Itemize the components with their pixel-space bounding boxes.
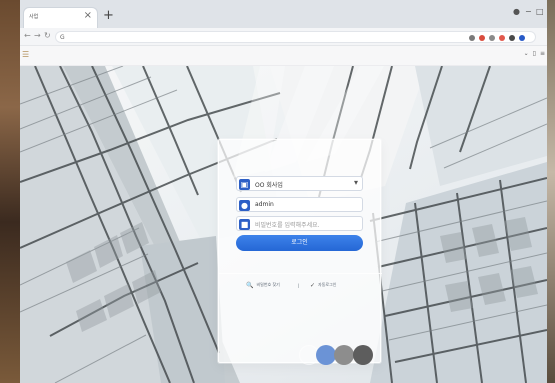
bookmarks-right-icon[interactable]: ▯ <box>533 50 536 57</box>
panel-divider <box>219 273 382 274</box>
extension-icon[interactable] <box>489 34 495 41</box>
address-bar[interactable]: G <box>55 31 536 43</box>
search-icon: 🔍 <box>246 281 254 289</box>
extension-icon[interactable] <box>479 34 485 41</box>
refresh-icon[interactable]: ↻ <box>44 31 51 40</box>
active-tab[interactable]: 사업 × <box>23 7 98 28</box>
login-button[interactable]: 로그인 <box>236 235 363 251</box>
username-value: admin <box>255 201 274 208</box>
find-password-label: 비밀번호 찾기 <box>256 282 280 287</box>
find-password-link[interactable]: 🔍 비밀번호 찾기 <box>246 280 280 290</box>
bookmarks-right-icon[interactable]: ≡ <box>540 50 545 57</box>
window-dot-icon: ● <box>513 7 520 16</box>
company-select[interactable]: ▣ OO 회사입 ▾ <box>236 176 363 191</box>
desktop-left-edge <box>0 0 20 383</box>
separator-text: | <box>298 282 300 288</box>
login-panel: ▣ OO 회사입 ▾ ● admin ■ 비밀번호를 입력해주세요. 로그인 🔍… <box>218 139 382 363</box>
browser-window: 사업 × + ● − □ ← → ↻ G ☰ ⌄ ▯ ≡ ▣ OO 회사입 ▾ … <box>20 0 547 383</box>
back-icon[interactable]: ← <box>24 31 31 40</box>
extension-icon[interactable] <box>469 34 475 41</box>
bookmarks-right-icons: ⌄ ▯ ≡ <box>524 50 545 57</box>
close-tab-icon[interactable]: × <box>84 10 92 21</box>
tab-title: 사업 <box>29 14 39 20</box>
tab-bar: 사업 × + ● − □ <box>20 0 547 28</box>
screenshot: 사업 × + ● − □ ← → ↻ G ☰ ⌄ ▯ ≡ ▣ OO 회사입 ▾ … <box>0 0 555 383</box>
extension-icon[interactable] <box>509 34 515 41</box>
restore-icon[interactable]: □ <box>536 7 544 16</box>
company-icon: ▣ <box>239 179 250 190</box>
extension-icons <box>469 33 525 42</box>
user-icon: ● <box>239 200 250 211</box>
company-select-value: OO 회사입 <box>255 182 283 189</box>
login-panel-header <box>219 140 382 168</box>
page-viewport: ▣ OO 회사입 ▾ ● admin ■ 비밀번호를 입력해주세요. 로그인 🔍… <box>20 66 547 383</box>
browser-toolbar: ← → ↻ G <box>20 28 547 46</box>
username-field[interactable]: ● admin <box>236 197 363 212</box>
bookmarks-menu-icon[interactable]: ☰ <box>22 50 29 59</box>
dock-button[interactable] <box>316 345 336 365</box>
remember-login-option[interactable]: ✓ 자동로그인 <box>310 280 336 290</box>
bottom-separator: | <box>298 280 299 290</box>
new-tab-icon[interactable]: + <box>103 8 114 23</box>
check-icon: ✓ <box>310 281 316 289</box>
extension-icon[interactable] <box>499 34 505 41</box>
lock-icon: ■ <box>239 219 250 230</box>
remember-login-label: 자동로그인 <box>318 282 337 287</box>
password-placeholder: 비밀번호를 입력해주세요. <box>255 222 320 229</box>
minimize-icon[interactable]: − <box>525 7 532 16</box>
password-field[interactable]: ■ 비밀번호를 입력해주세요. <box>236 216 363 231</box>
dropdown-icon[interactable]: ▾ <box>354 178 358 187</box>
bookmarks-bar: ☰ ⌄ ▯ ≡ <box>20 46 547 66</box>
profile-icon[interactable] <box>519 34 525 41</box>
forward-icon[interactable]: → <box>34 31 41 40</box>
desktop-right-edge <box>547 0 555 383</box>
dock-button[interactable] <box>353 345 373 365</box>
address-text: G <box>60 34 65 41</box>
dock-button[interactable] <box>334 345 354 365</box>
bookmarks-right-icon[interactable]: ⌄ <box>524 50 529 57</box>
